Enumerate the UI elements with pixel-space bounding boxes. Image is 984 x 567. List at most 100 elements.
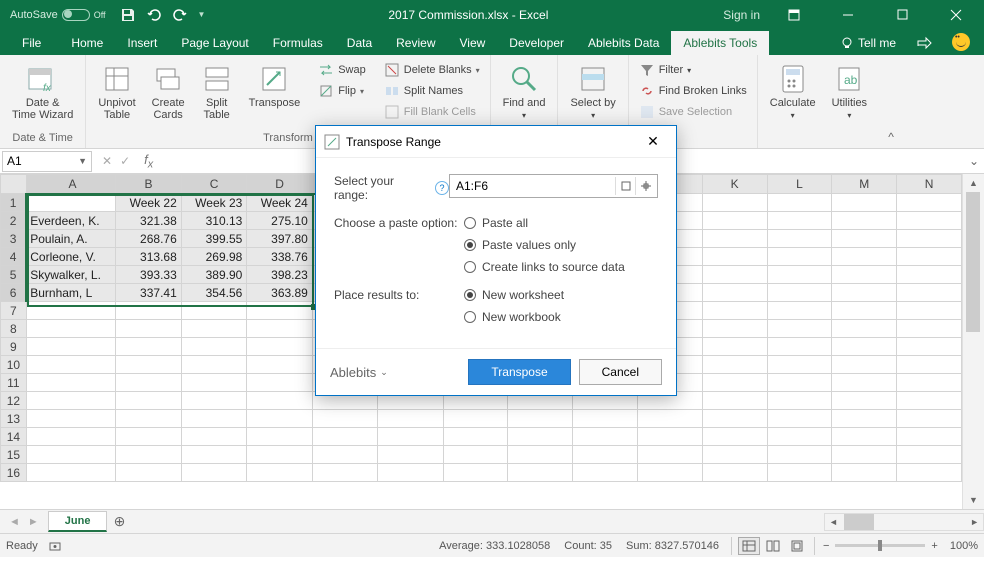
radio-create-links[interactable]: Create links to source data bbox=[464, 260, 625, 274]
cell-B9[interactable] bbox=[116, 338, 182, 356]
new-sheet-icon[interactable]: ⊕ bbox=[107, 513, 131, 530]
cell-M8[interactable] bbox=[832, 320, 897, 338]
cell-K4[interactable] bbox=[702, 248, 767, 266]
minimize-icon[interactable] bbox=[828, 0, 868, 29]
macro-recording-icon[interactable] bbox=[48, 539, 62, 553]
cell-J15[interactable] bbox=[638, 446, 703, 464]
dialog-title-bar[interactable]: Transpose Range ✕ bbox=[316, 126, 676, 158]
cell-N8[interactable] bbox=[897, 320, 962, 338]
cell-K8[interactable] bbox=[702, 320, 767, 338]
calculate-button[interactable]: Calculate▾ bbox=[764, 60, 822, 124]
sheet-nav-prev-icon[interactable]: ◄ bbox=[6, 514, 23, 530]
cell-B11[interactable] bbox=[116, 374, 182, 392]
cell-A6[interactable]: Burnham, L bbox=[26, 284, 115, 302]
tab-file[interactable]: File bbox=[4, 31, 59, 55]
cell-C11[interactable] bbox=[181, 374, 247, 392]
cell-N12[interactable] bbox=[897, 392, 962, 410]
cell-L3[interactable] bbox=[767, 230, 832, 248]
cell-K3[interactable] bbox=[702, 230, 767, 248]
cell-I14[interactable] bbox=[573, 428, 638, 446]
tab-review[interactable]: Review bbox=[384, 31, 447, 55]
cell-L10[interactable] bbox=[767, 356, 832, 374]
cell-D15[interactable] bbox=[247, 446, 313, 464]
row-head-3[interactable]: 3 bbox=[1, 230, 27, 248]
cell-D11[interactable] bbox=[247, 374, 313, 392]
cell-E13[interactable] bbox=[312, 410, 377, 428]
scroll-up-icon[interactable]: ▲ bbox=[963, 174, 984, 192]
cell-D12[interactable] bbox=[247, 392, 313, 410]
cancel-button[interactable]: Cancel bbox=[579, 359, 662, 385]
cell-B12[interactable] bbox=[116, 392, 182, 410]
row-head-10[interactable]: 10 bbox=[1, 356, 27, 374]
cell-L12[interactable] bbox=[767, 392, 832, 410]
cell-L8[interactable] bbox=[767, 320, 832, 338]
cell-L4[interactable] bbox=[767, 248, 832, 266]
cell-H13[interactable] bbox=[508, 410, 573, 428]
cell-B2[interactable]: 321.38 bbox=[116, 212, 182, 230]
cell-M5[interactable] bbox=[832, 266, 897, 284]
tab-home[interactable]: Home bbox=[59, 31, 115, 55]
cell-M11[interactable] bbox=[832, 374, 897, 392]
row-head-16[interactable]: 16 bbox=[1, 464, 27, 482]
create-cards-button[interactable]: Create Cards bbox=[146, 60, 191, 124]
transpose-confirm-button[interactable]: Transpose bbox=[468, 359, 570, 385]
cell-B4[interactable]: 313.68 bbox=[116, 248, 182, 266]
select-range-icon[interactable] bbox=[615, 177, 635, 195]
vertical-scrollbar[interactable]: ▲ ▼ bbox=[962, 174, 984, 509]
cell-C2[interactable]: 310.13 bbox=[181, 212, 247, 230]
cell-A8[interactable] bbox=[26, 320, 115, 338]
cell-G16[interactable] bbox=[443, 464, 508, 482]
cell-C4[interactable]: 269.98 bbox=[181, 248, 247, 266]
cell-C6[interactable]: 354.56 bbox=[181, 284, 247, 302]
autosave-toggle[interactable]: AutoSave Off bbox=[4, 9, 112, 21]
cell-C12[interactable] bbox=[181, 392, 247, 410]
cell-B6[interactable]: 337.41 bbox=[116, 284, 182, 302]
zoom-out-icon[interactable]: − bbox=[823, 540, 829, 552]
cell-C7[interactable] bbox=[181, 302, 247, 320]
utilities-button[interactable]: abUtilities▾ bbox=[826, 60, 873, 124]
cell-N5[interactable] bbox=[897, 266, 962, 284]
cell-K5[interactable] bbox=[702, 266, 767, 284]
cell-A14[interactable] bbox=[26, 428, 115, 446]
row-head-12[interactable]: 12 bbox=[1, 392, 27, 410]
cell-C8[interactable] bbox=[181, 320, 247, 338]
tab-insert[interactable]: Insert bbox=[115, 31, 169, 55]
view-page-layout-icon[interactable] bbox=[762, 537, 784, 555]
cell-C5[interactable]: 389.90 bbox=[181, 266, 247, 284]
cell-N15[interactable] bbox=[897, 446, 962, 464]
radio-paste-all[interactable]: Paste all bbox=[464, 216, 625, 230]
zoom-value[interactable]: 100% bbox=[950, 540, 978, 552]
col-head-C[interactable]: C bbox=[181, 175, 247, 194]
cell-K14[interactable] bbox=[702, 428, 767, 446]
cell-A3[interactable]: Poulain, A. bbox=[26, 230, 115, 248]
cell-N16[interactable] bbox=[897, 464, 962, 482]
fx-icon[interactable]: fx bbox=[138, 152, 159, 171]
col-head-L[interactable]: L bbox=[767, 175, 832, 194]
cell-N10[interactable] bbox=[897, 356, 962, 374]
cell-A5[interactable]: Skywalker, L. bbox=[26, 266, 115, 284]
cell-B5[interactable]: 393.33 bbox=[116, 266, 182, 284]
cell-M7[interactable] bbox=[832, 302, 897, 320]
cell-L5[interactable] bbox=[767, 266, 832, 284]
scrollbar-thumb[interactable] bbox=[966, 192, 980, 332]
cell-K10[interactable] bbox=[702, 356, 767, 374]
cell-N14[interactable] bbox=[897, 428, 962, 446]
col-head-N[interactable]: N bbox=[897, 175, 962, 194]
cell-M2[interactable] bbox=[832, 212, 897, 230]
row-head-4[interactable]: 4 bbox=[1, 248, 27, 266]
row-head-9[interactable]: 9 bbox=[1, 338, 27, 356]
cell-L15[interactable] bbox=[767, 446, 832, 464]
cell-L16[interactable] bbox=[767, 464, 832, 482]
col-head-M[interactable]: M bbox=[832, 175, 897, 194]
row-head-8[interactable]: 8 bbox=[1, 320, 27, 338]
cell-C1[interactable]: Week 23 bbox=[181, 194, 247, 212]
save-selection-button[interactable]: Save Selection bbox=[635, 102, 751, 122]
expand-formula-bar-icon[interactable]: ⌄ bbox=[964, 154, 984, 168]
hscroll-thumb[interactable] bbox=[844, 514, 874, 530]
cell-M12[interactable] bbox=[832, 392, 897, 410]
cell-K11[interactable] bbox=[702, 374, 767, 392]
cell-M1[interactable] bbox=[832, 194, 897, 212]
row-head-14[interactable]: 14 bbox=[1, 428, 27, 446]
cell-N11[interactable] bbox=[897, 374, 962, 392]
cell-N1[interactable] bbox=[897, 194, 962, 212]
